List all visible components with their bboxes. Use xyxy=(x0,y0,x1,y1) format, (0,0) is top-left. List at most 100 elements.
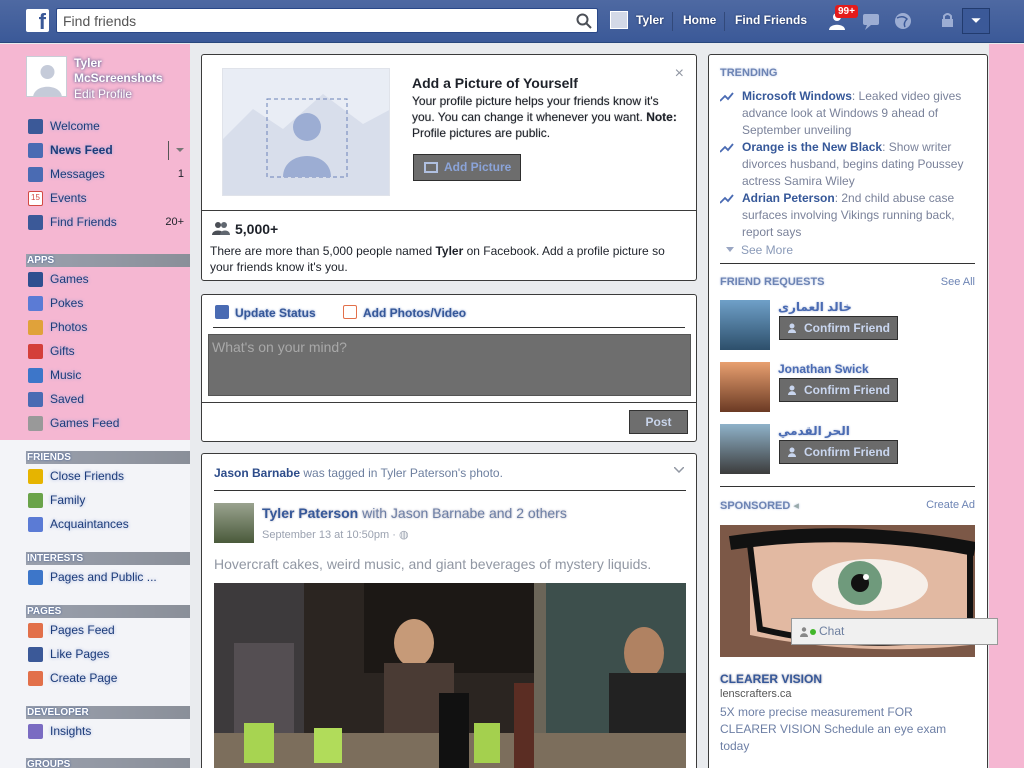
trending-item[interactable]: Microsoft Windows: Leaked video gives ad… xyxy=(720,88,975,139)
party-photo-illustration xyxy=(214,583,686,768)
prompt-note-label: Note: xyxy=(646,110,677,124)
sidebar-item-find-friends[interactable]: Find Friends 20+ xyxy=(26,210,190,234)
story-header-name[interactable]: Jason Barnabe xyxy=(214,466,300,480)
facebook-logo[interactable]: f xyxy=(26,9,49,32)
trending-topic: Microsoft Windows xyxy=(742,89,852,103)
chevron-down-icon[interactable] xyxy=(674,467,684,473)
story-with[interactable]: with Jason Barnabe and 2 others xyxy=(358,505,567,521)
default-avatar-icon xyxy=(27,57,66,96)
trending-topic: Adrian Peterson xyxy=(742,191,835,205)
add-picture-label: Add Picture xyxy=(444,160,512,174)
friend-request-name[interactable]: الحر القدمي xyxy=(778,424,850,438)
messages-icon xyxy=(28,167,43,182)
story-time-text: September 13 at 10:50pm · xyxy=(262,529,399,541)
chat-tab[interactable]: Chat xyxy=(791,618,998,645)
sidebar-item-label: Photos xyxy=(50,320,88,334)
profile-name[interactable]: Tyler McScreenshots xyxy=(74,56,184,86)
home-link[interactable]: Home xyxy=(683,13,716,27)
search-icon[interactable] xyxy=(575,12,593,30)
sidebar-item-label: Pages and Public ... xyxy=(50,570,157,584)
sidebar-item-acquaintances[interactable]: Acquaintances xyxy=(26,512,190,536)
friend-request-name[interactable]: Jonathan Swick xyxy=(778,362,869,376)
sidebar-item-photos[interactable]: Photos xyxy=(26,315,190,339)
silhouette-icon xyxy=(223,69,389,195)
story-author-line: Tyler Paterson with Jason Barnabe and 2 … xyxy=(262,505,567,521)
search-box[interactable] xyxy=(56,8,598,33)
edit-profile-link[interactable]: Edit Profile xyxy=(74,87,132,101)
post-button[interactable]: Post xyxy=(629,410,688,434)
sidebar-item-games[interactable]: Games xyxy=(26,267,190,291)
add-friend-icon xyxy=(788,385,796,395)
sidebar-item-create-page[interactable]: Create Page xyxy=(26,666,190,690)
globe-icon[interactable] xyxy=(891,10,915,32)
sidebar-item-games-feed[interactable]: Games Feed xyxy=(26,411,190,435)
search-input[interactable] xyxy=(63,9,563,32)
star-icon xyxy=(28,469,43,484)
trending-arrow-icon xyxy=(720,194,734,204)
author-avatar[interactable] xyxy=(214,503,254,543)
prompt-title: Add a Picture of Yourself xyxy=(412,75,578,91)
friend-request-avatar[interactable] xyxy=(720,300,770,350)
friend-request-name[interactable]: خالد العمارى xyxy=(778,300,852,314)
see-all-link[interactable]: See All xyxy=(941,276,975,288)
people-text: There are more than 5,000 people named T… xyxy=(210,243,680,275)
see-more-link[interactable]: See More xyxy=(741,243,793,257)
sidebar-item-welcome[interactable]: Welcome xyxy=(26,114,190,138)
story-photo[interactable] xyxy=(214,583,686,768)
account-menu-button[interactable] xyxy=(962,8,990,34)
friend-request-avatar[interactable] xyxy=(720,424,770,474)
sponsored-header: SPONSORED ◂ xyxy=(720,499,799,512)
user-avatar-small[interactable] xyxy=(610,11,628,29)
profile-link[interactable]: Tyler xyxy=(636,13,664,27)
sidebar-item-label: Events xyxy=(50,191,87,205)
ad-body[interactable]: 5X more precise measurement FOR CLEARER … xyxy=(720,704,970,755)
sidebar-item-music[interactable]: Music xyxy=(26,363,190,387)
sidebar-item-gifts[interactable]: Gifts xyxy=(26,339,190,363)
news-feed-options-icon[interactable] xyxy=(176,148,184,152)
sidebar-item-pages-feed[interactable]: Pages Feed xyxy=(26,618,190,642)
sidebar-item-label: Pages Feed xyxy=(50,623,115,637)
confirm-friend-button[interactable]: Confirm Friend xyxy=(779,378,898,402)
sidebar-item-pages-and-public[interactable]: Pages and Public ... xyxy=(26,565,190,589)
right-sidebar: TRENDING Microsoft Windows: Leaked video… xyxy=(708,54,988,768)
confirm-friend-button[interactable]: Confirm Friend xyxy=(779,440,898,464)
messages-icon[interactable] xyxy=(859,10,883,32)
person-icon xyxy=(800,627,808,637)
trending-item[interactable]: Orange is the New Black: Show writer div… xyxy=(720,139,975,190)
trending-arrow-icon xyxy=(720,143,734,153)
find-friends-link[interactable]: Find Friends xyxy=(735,13,807,27)
news-feed-story: Jason Barnabe was tagged in Tyler Paters… xyxy=(201,453,697,768)
sidebar-item-label: Acquaintances xyxy=(50,517,129,531)
sidebar-item-messages[interactable]: Messages 1 xyxy=(26,162,190,186)
story-author[interactable]: Tyler Paterson xyxy=(262,505,358,521)
friends-nav: FRIENDS Close Friends Family Acquaintanc… xyxy=(26,451,190,536)
megaphone-icon: ◂ xyxy=(793,500,799,512)
sidebar-item-close-friends[interactable]: Close Friends xyxy=(26,464,190,488)
friend-request-avatar[interactable] xyxy=(720,362,770,412)
sidebar-item-pokes[interactable]: Pokes xyxy=(26,291,190,315)
music-icon xyxy=(28,368,43,383)
status-input[interactable] xyxy=(208,334,691,396)
add-picture-button[interactable]: Add Picture xyxy=(413,154,521,181)
trending-item[interactable]: Adrian Peterson: 2nd child abuse case su… xyxy=(720,190,975,241)
sidebar-item-label: Find Friends xyxy=(50,215,117,229)
apps-nav: APPS Games Pokes Photos Gifts Music Save… xyxy=(26,254,190,435)
story-timestamp[interactable]: September 13 at 10:50pm · ◍ xyxy=(262,528,409,541)
prompt-body: Your profile picture helps your friends … xyxy=(412,93,677,141)
sidebar-item-like-pages[interactable]: Like Pages xyxy=(26,642,190,666)
privacy-shortcuts-icon[interactable] xyxy=(936,10,960,32)
sidebar-item-news-feed[interactable]: News Feed xyxy=(26,138,190,162)
confirm-friend-button[interactable]: Confirm Friend xyxy=(779,316,898,340)
sidebar-item-label: Welcome xyxy=(50,119,100,133)
create-ad-link[interactable]: Create Ad xyxy=(926,499,975,511)
tab-update-status[interactable]: Update Status xyxy=(215,305,316,320)
sidebar-item-insights[interactable]: Insights xyxy=(26,719,190,743)
tab-add-photos[interactable]: Add Photos/Video xyxy=(343,305,466,320)
close-icon[interactable]: × xyxy=(675,65,684,83)
ad-title[interactable]: CLEARER VISION xyxy=(720,672,822,686)
sidebar-item-family[interactable]: Family xyxy=(26,488,190,512)
sidebar-item-events[interactable]: 15 Events xyxy=(26,186,190,210)
photos-icon xyxy=(28,320,43,335)
sidebar-item-saved[interactable]: Saved xyxy=(26,387,190,411)
profile-avatar[interactable] xyxy=(26,56,67,97)
